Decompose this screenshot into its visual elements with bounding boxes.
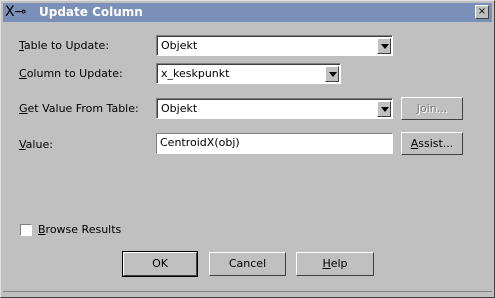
help-button[interactable]: Help bbox=[296, 252, 374, 276]
window-menu-icon[interactable]: X⊸ bbox=[5, 3, 35, 22]
chevron-down-icon[interactable] bbox=[325, 66, 339, 82]
chevron-down-icon[interactable] bbox=[377, 101, 391, 117]
cancel-button[interactable]: Cancel bbox=[209, 252, 286, 276]
get-value-from-table-combo[interactable]: Objekt bbox=[156, 98, 393, 119]
table-to-update-label: Table to Update: bbox=[19, 39, 110, 52]
window-title: Update Column bbox=[39, 5, 143, 19]
update-column-dialog: X⊸ Update Column × Table to Update: Obje… bbox=[0, 0, 495, 298]
browse-results-label: Browse Results bbox=[38, 223, 122, 236]
ok-button[interactable]: OK bbox=[122, 251, 198, 277]
column-to-update-combo[interactable]: x_keskpunkt bbox=[156, 63, 341, 84]
title-bar[interactable]: X⊸ Update Column × bbox=[3, 3, 492, 22]
chevron-down-icon[interactable] bbox=[377, 38, 391, 54]
table-to-update-value: Objekt bbox=[161, 39, 198, 52]
value-field[interactable]: CentroidX(obj) bbox=[156, 133, 393, 154]
assist-button[interactable]: Assist... bbox=[401, 132, 463, 155]
bottom-edge bbox=[3, 291, 492, 296]
join-button[interactable]: Join... bbox=[401, 97, 463, 120]
column-to-update-value: x_keskpunkt bbox=[161, 67, 230, 80]
column-to-update-label: Column to Update: bbox=[19, 67, 123, 80]
browse-results-checkbox[interactable] bbox=[20, 224, 32, 236]
get-value-from-table-value: Objekt bbox=[161, 102, 198, 115]
get-value-from-table-label: Get Value From Table: bbox=[19, 102, 139, 115]
table-to-update-combo[interactable]: Objekt bbox=[156, 35, 393, 56]
close-button[interactable]: × bbox=[475, 5, 489, 19]
value-label: Value: bbox=[19, 138, 53, 151]
